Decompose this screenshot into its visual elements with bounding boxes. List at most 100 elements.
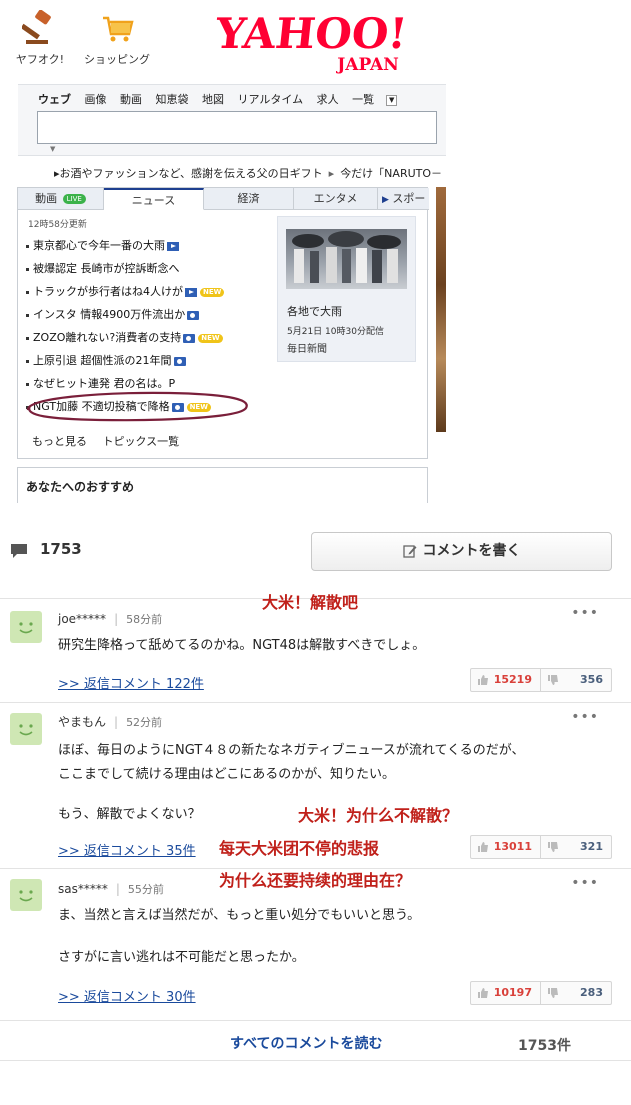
comment-line: ほぼ、毎日のようにNGT４８の新たなネガティブニュースが流れてくるのだが、 xyxy=(58,743,525,758)
smiley-avatar-icon xyxy=(19,890,33,902)
more-options-icon[interactable]: ••• xyxy=(571,875,599,891)
headline-item[interactable]: 東京都心で今年一番の大雨 xyxy=(26,234,286,257)
upvote-count: 10197 xyxy=(493,986,532,999)
comment-line: 研究生降格って舐めてるのかね。NGT48は解散すべきでしょ。 xyxy=(58,638,426,653)
news-tab-sports[interactable]: ▶ スポー xyxy=(378,188,429,210)
comment-line: ここまでして続ける理由はどこにあるのかが、知りたい。 xyxy=(58,767,395,782)
headline-item[interactable]: なぜヒット連発 君の名は。P xyxy=(26,372,286,395)
headline-item[interactable]: ZOZO離れない?消費者の支持 NEW xyxy=(26,326,286,349)
headline-item-highlighted[interactable]: NGT加藤 不適切投稿で降格 NEW xyxy=(26,395,286,418)
headline-item[interactable]: トラックが歩行者はね4人けが NEW xyxy=(26,280,286,303)
reply-link[interactable]: >> 返信コメント 30件 xyxy=(58,986,196,1005)
news-tab-sports-label: スポー xyxy=(392,192,426,205)
headline-text: NGT加藤 不適切投稿で降格 xyxy=(33,400,170,413)
downvote-button[interactable]: 283 xyxy=(541,982,611,1004)
topics-list-link[interactable]: トピックス一覧 xyxy=(103,435,180,448)
news-updated-time: 12時58分更新 xyxy=(28,220,87,230)
comment-body: 研究生降格って舐めてるのかね。NGT48は解散すべきでしょ。 xyxy=(58,634,425,658)
edit-pen-icon xyxy=(402,545,416,558)
downvote-button[interactable]: 321 xyxy=(541,836,611,858)
camera-icon xyxy=(187,310,200,320)
feature-card[interactable]: 各地で大雨 5月21日 10時30分配信 毎日新聞 xyxy=(277,216,416,362)
avatar[interactable] xyxy=(10,611,42,643)
search-input[interactable] xyxy=(37,111,437,144)
downvote-button[interactable]: 356 xyxy=(541,669,611,691)
camera-icon xyxy=(171,402,184,412)
meta-divider: | xyxy=(115,882,120,896)
upvote-count: 15219 xyxy=(493,673,532,686)
more-options-icon[interactable]: ••• xyxy=(571,709,599,725)
bullet-icon xyxy=(26,336,29,340)
read-all-comments-link[interactable]: すべてのコメントを読む xyxy=(230,1033,382,1053)
search-tab-list[interactable]: 一覧 ▼ xyxy=(352,93,407,106)
comment-total: 1753 xyxy=(40,540,82,558)
avatar[interactable] xyxy=(10,713,42,745)
new-badge: NEW xyxy=(186,402,211,412)
headline-text: 東京都心で今年一番の大雨 xyxy=(33,239,165,252)
news-footer-links: もっと見る トピックス一覧 xyxy=(32,433,191,449)
comment-time: 58分前 xyxy=(126,613,163,626)
overlay-annotation: 大米！为什么不解散？ xyxy=(298,806,459,825)
comment-line xyxy=(58,787,525,803)
search-tab-video[interactable]: 動画 xyxy=(120,93,142,106)
upvote-button[interactable]: 10197 xyxy=(471,982,541,1004)
upvote-button[interactable]: 15219 xyxy=(471,669,541,691)
news-tab-news[interactable]: ニュース xyxy=(104,188,204,210)
side-ad-strip[interactable] xyxy=(436,187,446,432)
thumbs-up-icon xyxy=(478,675,488,685)
search-tab-jobs[interactable]: 求人 xyxy=(317,93,339,106)
thumbs-down-icon xyxy=(548,988,558,998)
more-options-icon[interactable]: ••• xyxy=(571,605,599,621)
logo-main-text: YAHOO! xyxy=(212,8,409,58)
write-comment-button[interactable]: コメントを書く xyxy=(311,532,612,571)
vote-box: 15219 356 xyxy=(470,668,612,692)
upvote-count: 13011 xyxy=(493,840,532,853)
overlay-annotation: 大米！解散吧 xyxy=(262,593,359,612)
comment-username[interactable]: sas***** xyxy=(58,882,108,896)
avatar[interactable] xyxy=(10,879,42,911)
comment-username[interactable]: やまもん xyxy=(58,715,106,729)
service-auction-label: ヤフオク! xyxy=(15,53,65,66)
news-tab-video[interactable]: 動画 LIVE xyxy=(18,188,104,210)
bullet-icon xyxy=(26,290,29,294)
video-icon xyxy=(167,241,179,251)
read-all-bar: すべてのコメントを読む 1753件 xyxy=(0,1020,631,1060)
yahoo-portal: ヤフオク! ショッピング YAHOO! JAPAN ウェブ 画像 動画 知恵袋 … xyxy=(0,0,446,503)
vote-box: 10197 283 xyxy=(470,981,612,1005)
more-link[interactable]: もっと見る xyxy=(32,435,87,448)
auction-gavel-icon xyxy=(20,9,51,44)
comment-meta: joe***** | 58分前 xyxy=(58,611,162,627)
search-tab-realtime[interactable]: リアルタイム xyxy=(238,93,304,106)
search-tab-map[interactable]: 地図 xyxy=(202,93,224,106)
comment-username[interactable]: joe***** xyxy=(58,612,106,626)
camera-icon xyxy=(183,333,196,343)
headline-text: なぜヒット連発 君の名は。P xyxy=(33,377,176,390)
new-badge: NEW xyxy=(198,333,223,343)
downvote-count: 283 xyxy=(580,986,603,999)
yahoo-japan-logo[interactable]: YAHOO! JAPAN xyxy=(204,8,424,74)
news-tab-economy-label: 経済 xyxy=(237,192,260,205)
headline-item[interactable]: 被爆認定 長崎市が控訴断念へ xyxy=(26,257,286,280)
search-history-arrow-icon[interactable]: ▼ xyxy=(50,145,55,153)
news-tab-economy[interactable]: 経済 xyxy=(204,188,294,210)
search-tab-images[interactable]: 画像 xyxy=(85,93,107,106)
headline-text: 上原引退 超個性派の21年間 xyxy=(33,354,172,367)
service-auction[interactable]: ヤフオク! xyxy=(10,9,70,67)
promo-link-giftday[interactable]: お酒やファッションなど、感謝を伝える父の日ギフト xyxy=(60,167,323,180)
smiley-avatar-icon xyxy=(19,622,33,634)
headline-item[interactable]: インスタ 情報4900万件流出か xyxy=(26,303,286,326)
thumbs-down-icon xyxy=(548,675,558,685)
reply-link[interactable]: >> 返信コメント 35件 xyxy=(58,840,196,859)
search-tab-web[interactable]: ウェブ xyxy=(38,93,71,106)
feature-source: 毎日新聞 xyxy=(287,344,327,355)
service-shopping[interactable]: ショッピング xyxy=(84,10,150,67)
promo-link-naruto[interactable]: 今だけ「NARUTO－ xyxy=(340,167,442,180)
headline-text: 被爆認定 長崎市が控訴断念へ xyxy=(33,262,180,275)
upvote-button[interactable]: 13011 xyxy=(471,836,541,858)
headline-item[interactable]: 上原引退 超個性派の21年間 xyxy=(26,349,286,372)
search-tab-chiebukuro[interactable]: 知恵袋 xyxy=(156,93,189,106)
search-tab-list-label: 一覧 xyxy=(352,93,375,106)
news-tab-entertainment[interactable]: エンタメ xyxy=(294,188,378,210)
reply-link[interactable]: >> 返信コメント 122件 xyxy=(58,673,204,692)
search-tabs: ウェブ 画像 動画 知恵袋 地図 リアルタイム 求人 一覧 ▼ xyxy=(38,91,417,107)
